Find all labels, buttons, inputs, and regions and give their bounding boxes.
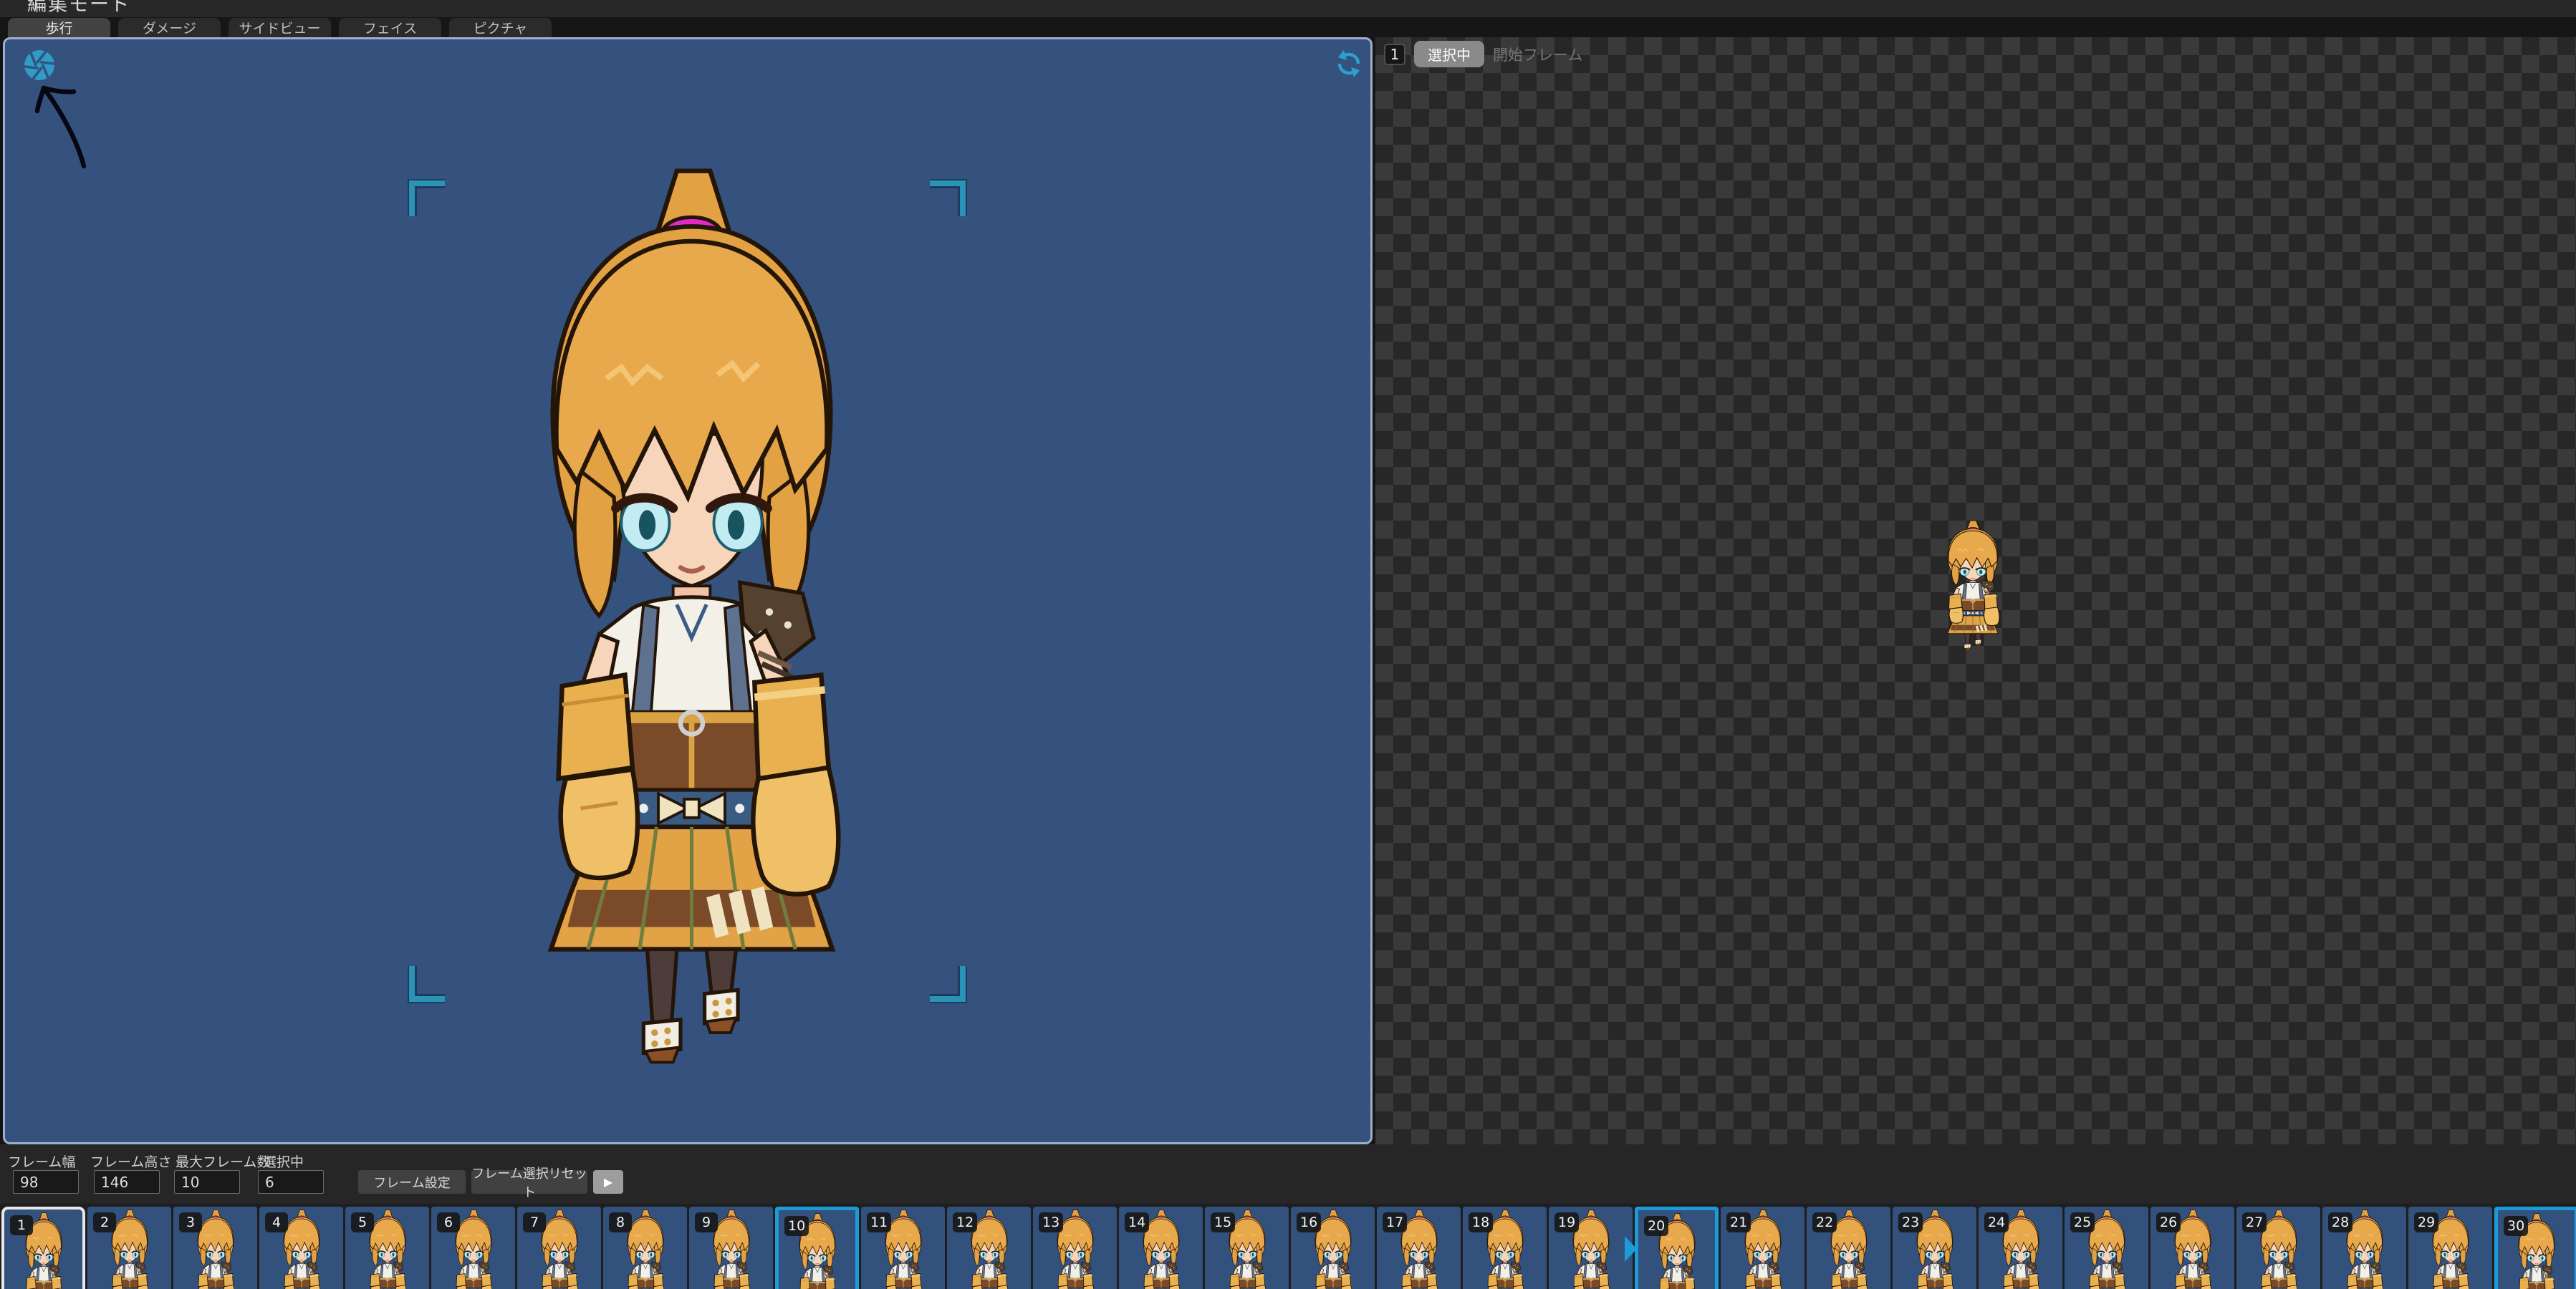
frame-settings-button[interactable]: フレーム設定 xyxy=(358,1170,466,1194)
filmstrip-frame-20[interactable]: 20 xyxy=(1625,1207,1719,1289)
filmstrip-frame-26[interactable]: 26 xyxy=(2150,1207,2234,1289)
frame-number-badge: 22 xyxy=(1812,1212,1837,1232)
filmstrip-frame-8[interactable]: 8 xyxy=(603,1207,687,1289)
character-viewport[interactable] xyxy=(3,37,1373,1144)
frame-number-badge: 9 xyxy=(695,1212,718,1232)
frame-number-badge: 25 xyxy=(2070,1212,2095,1232)
frame-number-badge: 26 xyxy=(2156,1212,2181,1232)
frame-height-label: フレーム高さ xyxy=(90,1154,172,1170)
toggle-selected-frame[interactable]: 選択中 xyxy=(1414,41,1484,67)
filmstrip-frame-9[interactable]: 9 xyxy=(689,1207,773,1289)
tab-walk[interactable]: 歩行 xyxy=(8,18,110,37)
filmstrip-frame-5[interactable]: 5 xyxy=(345,1207,429,1289)
preview-topbar: 1 選択中 開始フレーム xyxy=(1375,37,2576,72)
frame-number-badge: 13 xyxy=(1039,1212,1064,1232)
sprite-preview-panel[interactable]: 1 選択中 開始フレーム xyxy=(1375,37,2576,1144)
filmstrip-frame-17[interactable]: 17 xyxy=(1377,1207,1461,1289)
character-model xyxy=(525,156,858,1064)
frame-width-input[interactable] xyxy=(13,1170,79,1194)
frame-number-badge: 16 xyxy=(1297,1212,1322,1232)
play-button[interactable]: ▶ xyxy=(593,1170,623,1194)
frame-number-badge: 15 xyxy=(1211,1212,1236,1232)
frame-number-badge: 28 xyxy=(2328,1212,2353,1232)
animation-tab-bar: 歩行 ダメージ サイドビュー フェイス ピクチャ xyxy=(0,17,2576,37)
filmstrip-frame-14[interactable]: 14 xyxy=(1119,1207,1203,1289)
frame-number-badge: 7 xyxy=(523,1212,546,1232)
filmstrip-frame-7[interactable]: 7 xyxy=(517,1207,601,1289)
frame-number-badge: 8 xyxy=(609,1212,632,1232)
hand-drawn-arrow xyxy=(34,85,87,169)
frame-number-badge: 24 xyxy=(1984,1212,2009,1232)
rotate-refresh-icon[interactable] xyxy=(1333,48,1365,79)
tab-face[interactable]: フェイス xyxy=(339,18,441,37)
capture-bracket-top-right xyxy=(926,179,967,220)
filmstrip-frame-1[interactable]: 1 xyxy=(1,1207,85,1289)
filmstrip-frame-25[interactable]: 25 xyxy=(2065,1207,2148,1289)
filmstrip-frame-11[interactable]: 11 xyxy=(861,1207,945,1289)
frame-number-badge: 12 xyxy=(953,1212,978,1232)
filmstrip-frame-13[interactable]: 13 xyxy=(1033,1207,1117,1289)
filmstrip-frame-18[interactable]: 18 xyxy=(1463,1207,1547,1289)
play-icon: ▶ xyxy=(603,1176,613,1189)
app-header: 編集モード xyxy=(0,0,2576,17)
frame-number-badge: 14 xyxy=(1125,1212,1150,1232)
frame-number-badge: 19 xyxy=(1554,1212,1580,1232)
frame-number-badge: 6 xyxy=(437,1212,460,1232)
filmstrip-frame-24[interactable]: 24 xyxy=(1979,1207,2062,1289)
selected-count-label: 選択中 xyxy=(263,1154,304,1170)
preview-sprite xyxy=(1943,518,2003,650)
toggle-start-frame[interactable]: 開始フレーム xyxy=(1483,41,1592,67)
frame-number-badge: 20 xyxy=(1644,1216,1669,1236)
filmstrip: 1 2 3 4 5 6 7 8 9 10 11 12 13 14 15 16 17 18 19 20 21 22 23 24 2… xyxy=(0,1204,2576,1289)
frame-height-input[interactable] xyxy=(94,1170,160,1194)
frame-number-badge: 11 xyxy=(867,1212,892,1232)
filmstrip-frame-28[interactable]: 28 xyxy=(2322,1207,2406,1289)
frame-number-badge: 10 xyxy=(784,1216,809,1236)
tab-picture[interactable]: ピクチャ xyxy=(449,18,552,37)
frame-number-badge: 3 xyxy=(179,1212,202,1232)
filmstrip-frame-6[interactable]: 6 xyxy=(431,1207,515,1289)
tab-damage[interactable]: ダメージ xyxy=(118,18,221,37)
capture-bracket-top-left xyxy=(408,179,448,220)
frame-number-badge: 18 xyxy=(1469,1212,1494,1232)
capture-bracket-bottom-left xyxy=(408,962,448,1003)
filmstrip-frame-23[interactable]: 23 xyxy=(1893,1207,1976,1289)
filmstrip-frame-21[interactable]: 21 xyxy=(1721,1207,1804,1289)
filmstrip-frame-29[interactable]: 29 xyxy=(2408,1207,2492,1289)
frame-number-badge: 2 xyxy=(93,1212,116,1232)
filmstrip-frame-27[interactable]: 27 xyxy=(2236,1207,2320,1289)
max-frames-input[interactable] xyxy=(174,1170,240,1194)
frame-selection-reset-button[interactable]: フレーム選択リセット xyxy=(471,1167,587,1200)
frame-number-badge: 17 xyxy=(1383,1212,1408,1232)
selected-count-input[interactable] xyxy=(258,1170,324,1194)
preview-frame-number: 1 xyxy=(1384,44,1405,65)
aperture-icon[interactable] xyxy=(22,48,57,82)
frame-control-bar: フレーム幅 フレーム高さ 最大フレーム数 選択中 フレーム設定 フレーム選択リセ… xyxy=(0,1144,2576,1204)
filmstrip-frame-4[interactable]: 4 xyxy=(259,1207,343,1289)
filmstrip-frame-15[interactable]: 15 xyxy=(1205,1207,1289,1289)
filmstrip-frame-30[interactable]: 30 xyxy=(2494,1207,2576,1289)
frame-number-badge: 1 xyxy=(10,1215,33,1235)
main-area: 1 選択中 開始フレーム xyxy=(0,37,2576,1144)
frame-number-badge: 29 xyxy=(2414,1212,2439,1232)
capture-bracket-bottom-right xyxy=(926,962,967,1003)
frame-number-badge: 27 xyxy=(2242,1212,2267,1232)
filmstrip-frame-10[interactable]: 10 xyxy=(775,1207,859,1289)
frame-number-badge: 21 xyxy=(1726,1212,1751,1232)
filmstrip-frame-16[interactable]: 16 xyxy=(1291,1207,1375,1289)
filmstrip-frame-19[interactable]: 19 xyxy=(1549,1207,1633,1289)
filmstrip-frame-12[interactable]: 12 xyxy=(947,1207,1031,1289)
filmstrip-frame-3[interactable]: 3 xyxy=(173,1207,257,1289)
window-title-partial: 編集モード xyxy=(27,0,131,16)
max-frames-label: 最大フレーム数 xyxy=(176,1154,271,1170)
frame-number-badge: 5 xyxy=(351,1212,374,1232)
playhead-marker xyxy=(1625,1236,1637,1262)
frame-number-badge: 4 xyxy=(265,1212,288,1232)
frame-number-badge: 30 xyxy=(2504,1216,2529,1236)
filmstrip-frame-2[interactable]: 2 xyxy=(87,1207,171,1289)
tab-side-view[interactable]: サイドビュー xyxy=(229,18,331,37)
frame-width-label: フレーム幅 xyxy=(8,1154,76,1170)
filmstrip-frame-22[interactable]: 22 xyxy=(1807,1207,1890,1289)
frame-number-badge: 23 xyxy=(1898,1212,1923,1232)
